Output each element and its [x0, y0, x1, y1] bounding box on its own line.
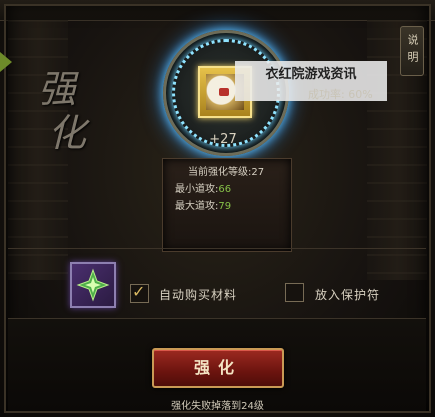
material-slot[interactable]: [70, 262, 116, 308]
enhance-level-label: +27: [209, 132, 237, 147]
min-attack-label: 最小道攻:: [175, 184, 219, 195]
collapse-arrow-icon[interactable]: [0, 52, 12, 72]
help-button[interactable]: 说明: [400, 26, 424, 76]
auto-buy-checkbox[interactable]: [130, 282, 149, 303]
max-attack-value: 79: [218, 201, 232, 212]
enhance-button[interactable]: 强化: [152, 348, 284, 388]
current-level-line: 当前强化等级:27: [188, 163, 264, 178]
max-attack-label: 最大道攻:: [175, 201, 219, 212]
current-level-label: 当前强化等级:: [188, 167, 252, 178]
panel-title-char-2: 化: [48, 111, 87, 155]
min-attack-line: 最小道攻:66: [175, 180, 231, 195]
star-crystal-icon: [76, 268, 110, 302]
enhance-panel: 强 化 说明 +27 衣红院游戏资讯 成功率: 60% 当前强化等级:27 最小…: [0, 0, 435, 417]
protect-charm-checkbox[interactable]: [285, 283, 304, 302]
current-level-value: 27: [251, 167, 265, 178]
protect-charm-label: 放入保护符: [315, 288, 381, 302]
auto-buy-label: 自动购买材料: [159, 288, 238, 302]
fail-note: 强化失败掉落到24级: [171, 401, 264, 412]
max-attack-line: 最大道攻:79: [175, 197, 231, 212]
min-attack-value: 66: [218, 184, 232, 195]
success-rate: 成功率: 60%: [308, 88, 373, 101]
